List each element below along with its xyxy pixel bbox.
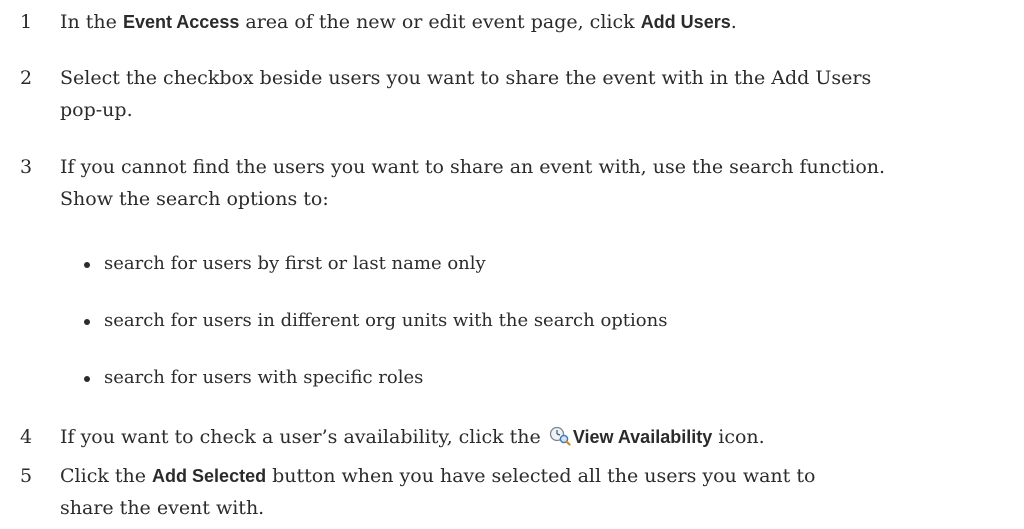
step-text-line: share the event with.	[60, 497, 265, 519]
step-text-segment: button when you have selected all the us…	[266, 465, 816, 487]
step-number: 4	[20, 426, 33, 448]
step-text-segment: Click the	[60, 465, 153, 487]
step-number: 1	[20, 11, 33, 33]
step-text-segment: area of the new or edit event page, clic…	[239, 11, 641, 33]
step-text: In the Event Access area of the new or e…	[60, 6, 1010, 38]
step-text-segment: icon.	[712, 426, 765, 448]
add-users-label: Add Users	[640, 12, 731, 32]
bullet-icon	[84, 319, 90, 325]
step-text-line: Show the search options to:	[60, 188, 329, 210]
bullet-icon	[84, 262, 90, 268]
bullet-icon	[84, 376, 90, 382]
step-text: Click the Add Selected button when you h…	[60, 460, 1010, 524]
step-text-line: If you cannot find the users you want to…	[60, 156, 886, 178]
step-number: 2	[20, 67, 33, 89]
step-number: 3	[20, 156, 33, 178]
step-text: Select the checkbox beside users you wan…	[60, 62, 1010, 126]
step-text: If you want to check a user’s availabili…	[60, 421, 1010, 453]
list-item-text: search for users with specific roles	[104, 367, 424, 388]
view-availability-label: View Availability	[572, 427, 713, 447]
step-text-line: Select the checkbox beside users you wan…	[60, 67, 872, 89]
step-text-segment: In the	[60, 11, 123, 33]
list-item-text: search for users in different org units …	[104, 310, 668, 331]
step-text-line: Click the Add Selected button when you h…	[60, 460, 1010, 492]
step-text-segment: If you want to check a user’s availabili…	[60, 426, 547, 448]
list-item-text: search for users by first or last name o…	[104, 253, 486, 274]
step-number: 5	[20, 465, 33, 487]
step-text-line: pop-up.	[60, 99, 133, 121]
add-selected-label: Add Selected	[152, 466, 267, 486]
step-text: If you cannot find the users you want to…	[60, 151, 1010, 215]
step-text-segment: .	[730, 11, 737, 33]
clock-magnifier-icon	[549, 426, 571, 446]
event-access-label: Event Access	[122, 12, 240, 32]
